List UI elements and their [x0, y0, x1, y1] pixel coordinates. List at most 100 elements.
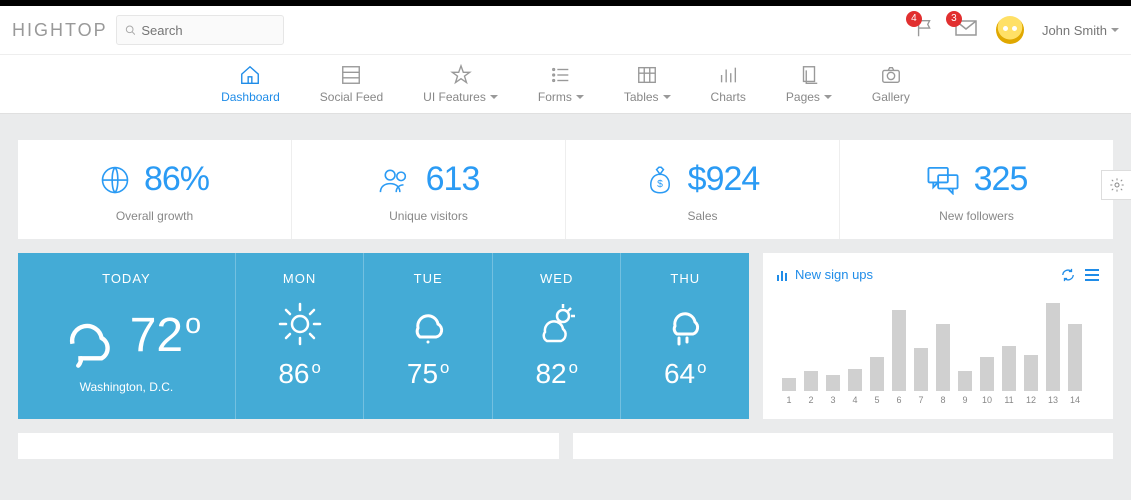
chart-bar: 3: [825, 375, 841, 405]
stat-value: $924: [688, 160, 760, 199]
users-icon: [378, 165, 412, 195]
chart-bar: 14: [1067, 324, 1083, 406]
weather-temp: 86: [278, 358, 309, 389]
weather-temp: 72: [130, 309, 183, 362]
stat-label: Sales: [687, 209, 717, 223]
user-menu[interactable]: John Smith: [1042, 23, 1119, 38]
chart-tick: 8: [940, 395, 945, 405]
mail-badge: 3: [946, 11, 962, 27]
chart-tick: 11: [1004, 395, 1013, 405]
topbar: HIGHTOP 4 3 John Smith: [0, 6, 1131, 54]
weather-temp: 75: [407, 358, 438, 389]
weather-day-label: TODAY: [102, 271, 151, 286]
chevron-down-icon: [824, 95, 832, 99]
stat-value: 613: [426, 160, 480, 199]
signups-title: New sign ups: [795, 267, 873, 282]
nav-gallery[interactable]: Gallery: [852, 55, 930, 113]
nav-social[interactable]: Social Feed: [300, 55, 403, 113]
home-icon: [239, 64, 261, 86]
drizzle-icon: [404, 300, 452, 348]
avatar[interactable]: [996, 16, 1024, 44]
nav-pages[interactable]: Pages: [766, 55, 852, 113]
pages-icon: [798, 64, 820, 86]
search-input-wrap[interactable]: [116, 15, 284, 45]
settings-toggle[interactable]: [1101, 170, 1131, 200]
chart-bar: 12: [1023, 355, 1039, 405]
weather-day-label: TUE: [414, 271, 443, 286]
chart-tick: 6: [896, 395, 901, 405]
stat-visitors: 613 Unique visitors: [292, 140, 566, 239]
feed-icon: [340, 64, 362, 86]
stat-label: New followers: [939, 209, 1014, 223]
chart-bar: 8: [935, 324, 951, 406]
weather-mon: MON 86o: [236, 253, 365, 419]
chart-tick: 12: [1026, 395, 1036, 405]
mail-button[interactable]: 3: [954, 17, 978, 44]
chart-tick: 5: [874, 395, 879, 405]
nav-label: Dashboard: [221, 90, 280, 104]
chart-bar: 13: [1045, 303, 1061, 405]
chart-tick: 2: [808, 395, 813, 405]
chart-tick: 7: [918, 395, 923, 405]
chart-icon: [717, 64, 739, 86]
sun-icon: [276, 300, 324, 348]
chart-tick: 4: [852, 395, 857, 405]
flag-badge: 4: [906, 11, 922, 27]
chart-bar: 7: [913, 348, 929, 405]
nav-label: Gallery: [872, 90, 910, 104]
nav-label: Forms: [538, 90, 572, 104]
stat-sales: $ $924 Sales: [566, 140, 840, 239]
chart-bar: 4: [847, 369, 863, 406]
nav-label: Social Feed: [320, 90, 383, 104]
chart-bar: 1: [781, 378, 797, 406]
weather-temp: 82: [535, 358, 566, 389]
panel-placeholder: [573, 433, 1114, 459]
bars-icon: [777, 269, 789, 281]
camera-icon: [880, 64, 902, 86]
chart-bar: 6: [891, 310, 907, 405]
user-name: John Smith: [1042, 23, 1107, 38]
chart-tick: 9: [962, 395, 967, 405]
nav-tables[interactable]: Tables: [604, 55, 691, 113]
nav-ui[interactable]: UI Features: [403, 55, 518, 113]
refresh-icon[interactable]: [1061, 268, 1075, 282]
chart-bar: 10: [979, 357, 995, 405]
svg-text:$: $: [657, 178, 663, 189]
weather-wed: WED 82o: [493, 253, 622, 419]
nav-charts[interactable]: Charts: [691, 55, 766, 113]
brand-logo: HIGHTOP: [12, 20, 108, 41]
nav-label: Tables: [624, 90, 659, 104]
search-input[interactable]: [141, 23, 274, 38]
chart-bar: 5: [869, 357, 885, 405]
weather-widget: TODAY 72o Washington, D.C. MON 86o TUE 7…: [18, 253, 749, 419]
weather-day-label: MON: [283, 271, 316, 286]
nav-label: Charts: [711, 90, 746, 104]
search-icon: [125, 24, 136, 36]
chevron-down-icon: [1111, 28, 1119, 32]
stat-value: 325: [974, 160, 1028, 199]
main-nav: Dashboard Social Feed UI Features Forms …: [0, 54, 1131, 114]
weather-tue: TUE 75o: [364, 253, 493, 419]
signups-chart: 1234567891011121314: [777, 300, 1099, 405]
nav-label: UI Features: [423, 90, 486, 104]
chart-bar: 11: [1001, 346, 1017, 405]
chart-tick: 14: [1070, 395, 1080, 405]
nav-forms[interactable]: Forms: [518, 55, 604, 113]
flag-button[interactable]: 4: [914, 17, 936, 44]
signups-panel: New sign ups 1234567891011121314: [763, 253, 1113, 419]
table-icon: [636, 64, 658, 86]
weather-day-label: WED: [540, 271, 573, 286]
moneybag-icon: $: [646, 165, 674, 195]
rain-heavy-icon: [661, 300, 709, 348]
star-icon: [450, 64, 472, 86]
stats-row: 86% Overall growth 613 Unique visitors $…: [18, 140, 1113, 239]
chart-bar: 2: [803, 371, 819, 405]
chevron-down-icon: [576, 95, 584, 99]
chart-tick: 1: [786, 395, 791, 405]
stat-growth: 86% Overall growth: [18, 140, 292, 239]
weather-day-label: THU: [670, 271, 700, 286]
nav-dashboard[interactable]: Dashboard: [201, 55, 300, 113]
list-toggle-icon[interactable]: [1085, 268, 1099, 282]
chevron-down-icon: [663, 95, 671, 99]
stat-value: 86%: [144, 160, 209, 199]
